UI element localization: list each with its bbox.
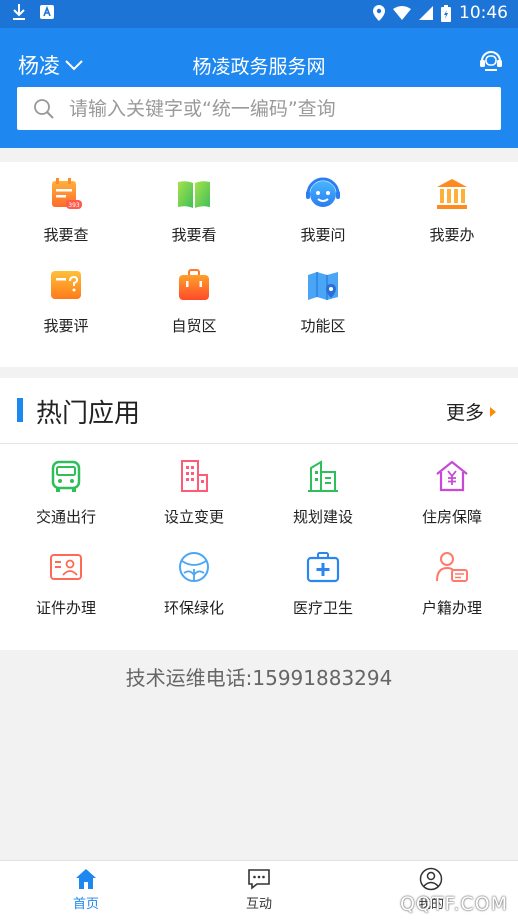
customer-service-icon[interactable] — [478, 48, 504, 74]
quick-menu-label: 我要问 — [300, 226, 346, 244]
bus-icon — [51, 460, 81, 492]
clock: 10:46 — [459, 3, 508, 23]
quick-menu-label: 我要评 — [43, 317, 89, 335]
hot-app-item-environment[interactable]: 环保绿化 — [146, 549, 242, 618]
quick-menu-item-ftz[interactable]: 自贸区 — [146, 267, 242, 336]
medical-kit-icon — [306, 552, 340, 583]
quick-menu-item-ask[interactable]: 我要问 — [275, 176, 371, 245]
book-icon — [178, 181, 210, 208]
hot-app-item-transport[interactable]: 交通出行 — [18, 458, 114, 527]
hot-apps-panel: 热门应用 更多 交通出行 设立变更 规划建设 住房保障 证件办理 环保绿化 医疗… — [0, 378, 518, 650]
quick-menu-item-handle[interactable]: 我要办 — [404, 176, 500, 245]
location-icon — [373, 5, 385, 21]
quick-menu-label: 我要查 — [43, 226, 89, 244]
more-button[interactable]: 更多 — [446, 398, 496, 425]
hot-apps-header: 热门应用 更多 — [0, 378, 518, 444]
app-notification-icon — [40, 5, 54, 19]
page-title: 杨凌政务服务网 — [192, 56, 326, 78]
wifi-icon — [393, 6, 411, 20]
chevron-right-icon — [490, 406, 496, 417]
quick-menu-item-function-zone[interactable]: 功能区 — [275, 267, 371, 336]
hot-app-label: 住房保障 — [421, 508, 482, 526]
watermark: QQTF.COM — [399, 893, 508, 915]
briefcase-icon — [179, 269, 209, 300]
quick-menu-label: 我要看 — [171, 226, 217, 244]
hot-app-item-medical[interactable]: 医疗卫生 — [275, 549, 371, 618]
house-yuan-icon — [436, 460, 468, 492]
review-question-icon — [51, 271, 81, 299]
quick-menu-item-view[interactable]: 我要看 — [146, 176, 242, 245]
search-icon — [34, 98, 54, 119]
home-icon — [76, 869, 96, 889]
hot-app-item-planning[interactable]: 规划建设 — [275, 458, 371, 527]
hot-app-item-household[interactable]: 户籍办理 — [404, 549, 500, 618]
map-pin-icon — [308, 272, 338, 300]
battery-icon — [441, 4, 451, 22]
quick-menu-panel: 393 我要查 我要看 我要问 我要办 我要评 自贸区 功能区 — [0, 162, 518, 367]
hot-app-label: 设立变更 — [163, 508, 224, 526]
support-hotline: 技术运维电话:15991883294 — [125, 666, 393, 690]
svg-text:393: 393 — [68, 202, 80, 209]
header: 杨凌 杨凌政务服务网 — [0, 28, 518, 148]
city-buildings-icon — [308, 460, 338, 492]
user-icon — [419, 867, 443, 891]
status-bar: 10:46 — [0, 0, 518, 28]
person-card-icon — [436, 552, 468, 582]
quick-menu-label: 我要办 — [429, 226, 475, 244]
download-icon — [13, 4, 25, 20]
quick-menu-item-query[interactable]: 393 我要查 — [18, 176, 114, 245]
section-accent-bar — [17, 398, 23, 422]
government-building-icon — [437, 179, 467, 209]
more-label: 更多 — [445, 402, 484, 424]
chat-icon — [248, 869, 270, 890]
hot-app-item-certificates[interactable]: 证件办理 — [18, 549, 114, 618]
tab-label: 互动 — [245, 897, 272, 912]
quick-menu-label: 功能区 — [300, 317, 346, 335]
section-title: 热门应用 — [36, 399, 141, 429]
search-box[interactable] — [17, 87, 501, 130]
hot-app-label: 户籍办理 — [421, 599, 482, 617]
tab-home[interactable]: 首页 — [46, 867, 126, 912]
quick-menu-label: 自贸区 — [171, 317, 217, 335]
hot-app-item-registration[interactable]: 设立变更 — [146, 458, 242, 527]
hot-app-label: 交通出行 — [35, 508, 96, 526]
hot-app-label: 环保绿化 — [163, 599, 224, 617]
tab-interaction[interactable]: 互动 — [219, 867, 299, 912]
hot-app-label: 规划建设 — [292, 508, 353, 526]
office-building-icon — [181, 460, 208, 492]
id-card-icon — [50, 554, 82, 580]
leaf-globe-icon — [179, 552, 209, 582]
quick-menu-item-review[interactable]: 我要评 — [18, 267, 114, 336]
hot-app-label: 证件办理 — [35, 599, 96, 617]
signal-icon — [419, 6, 433, 20]
tab-label: 首页 — [72, 897, 99, 912]
search-input[interactable] — [69, 97, 489, 120]
headset-face-icon — [306, 177, 340, 207]
calendar-search-icon: 393 — [52, 178, 82, 209]
hot-app-item-housing[interactable]: 住房保障 — [404, 458, 500, 527]
hot-app-label: 医疗卫生 — [292, 599, 353, 617]
